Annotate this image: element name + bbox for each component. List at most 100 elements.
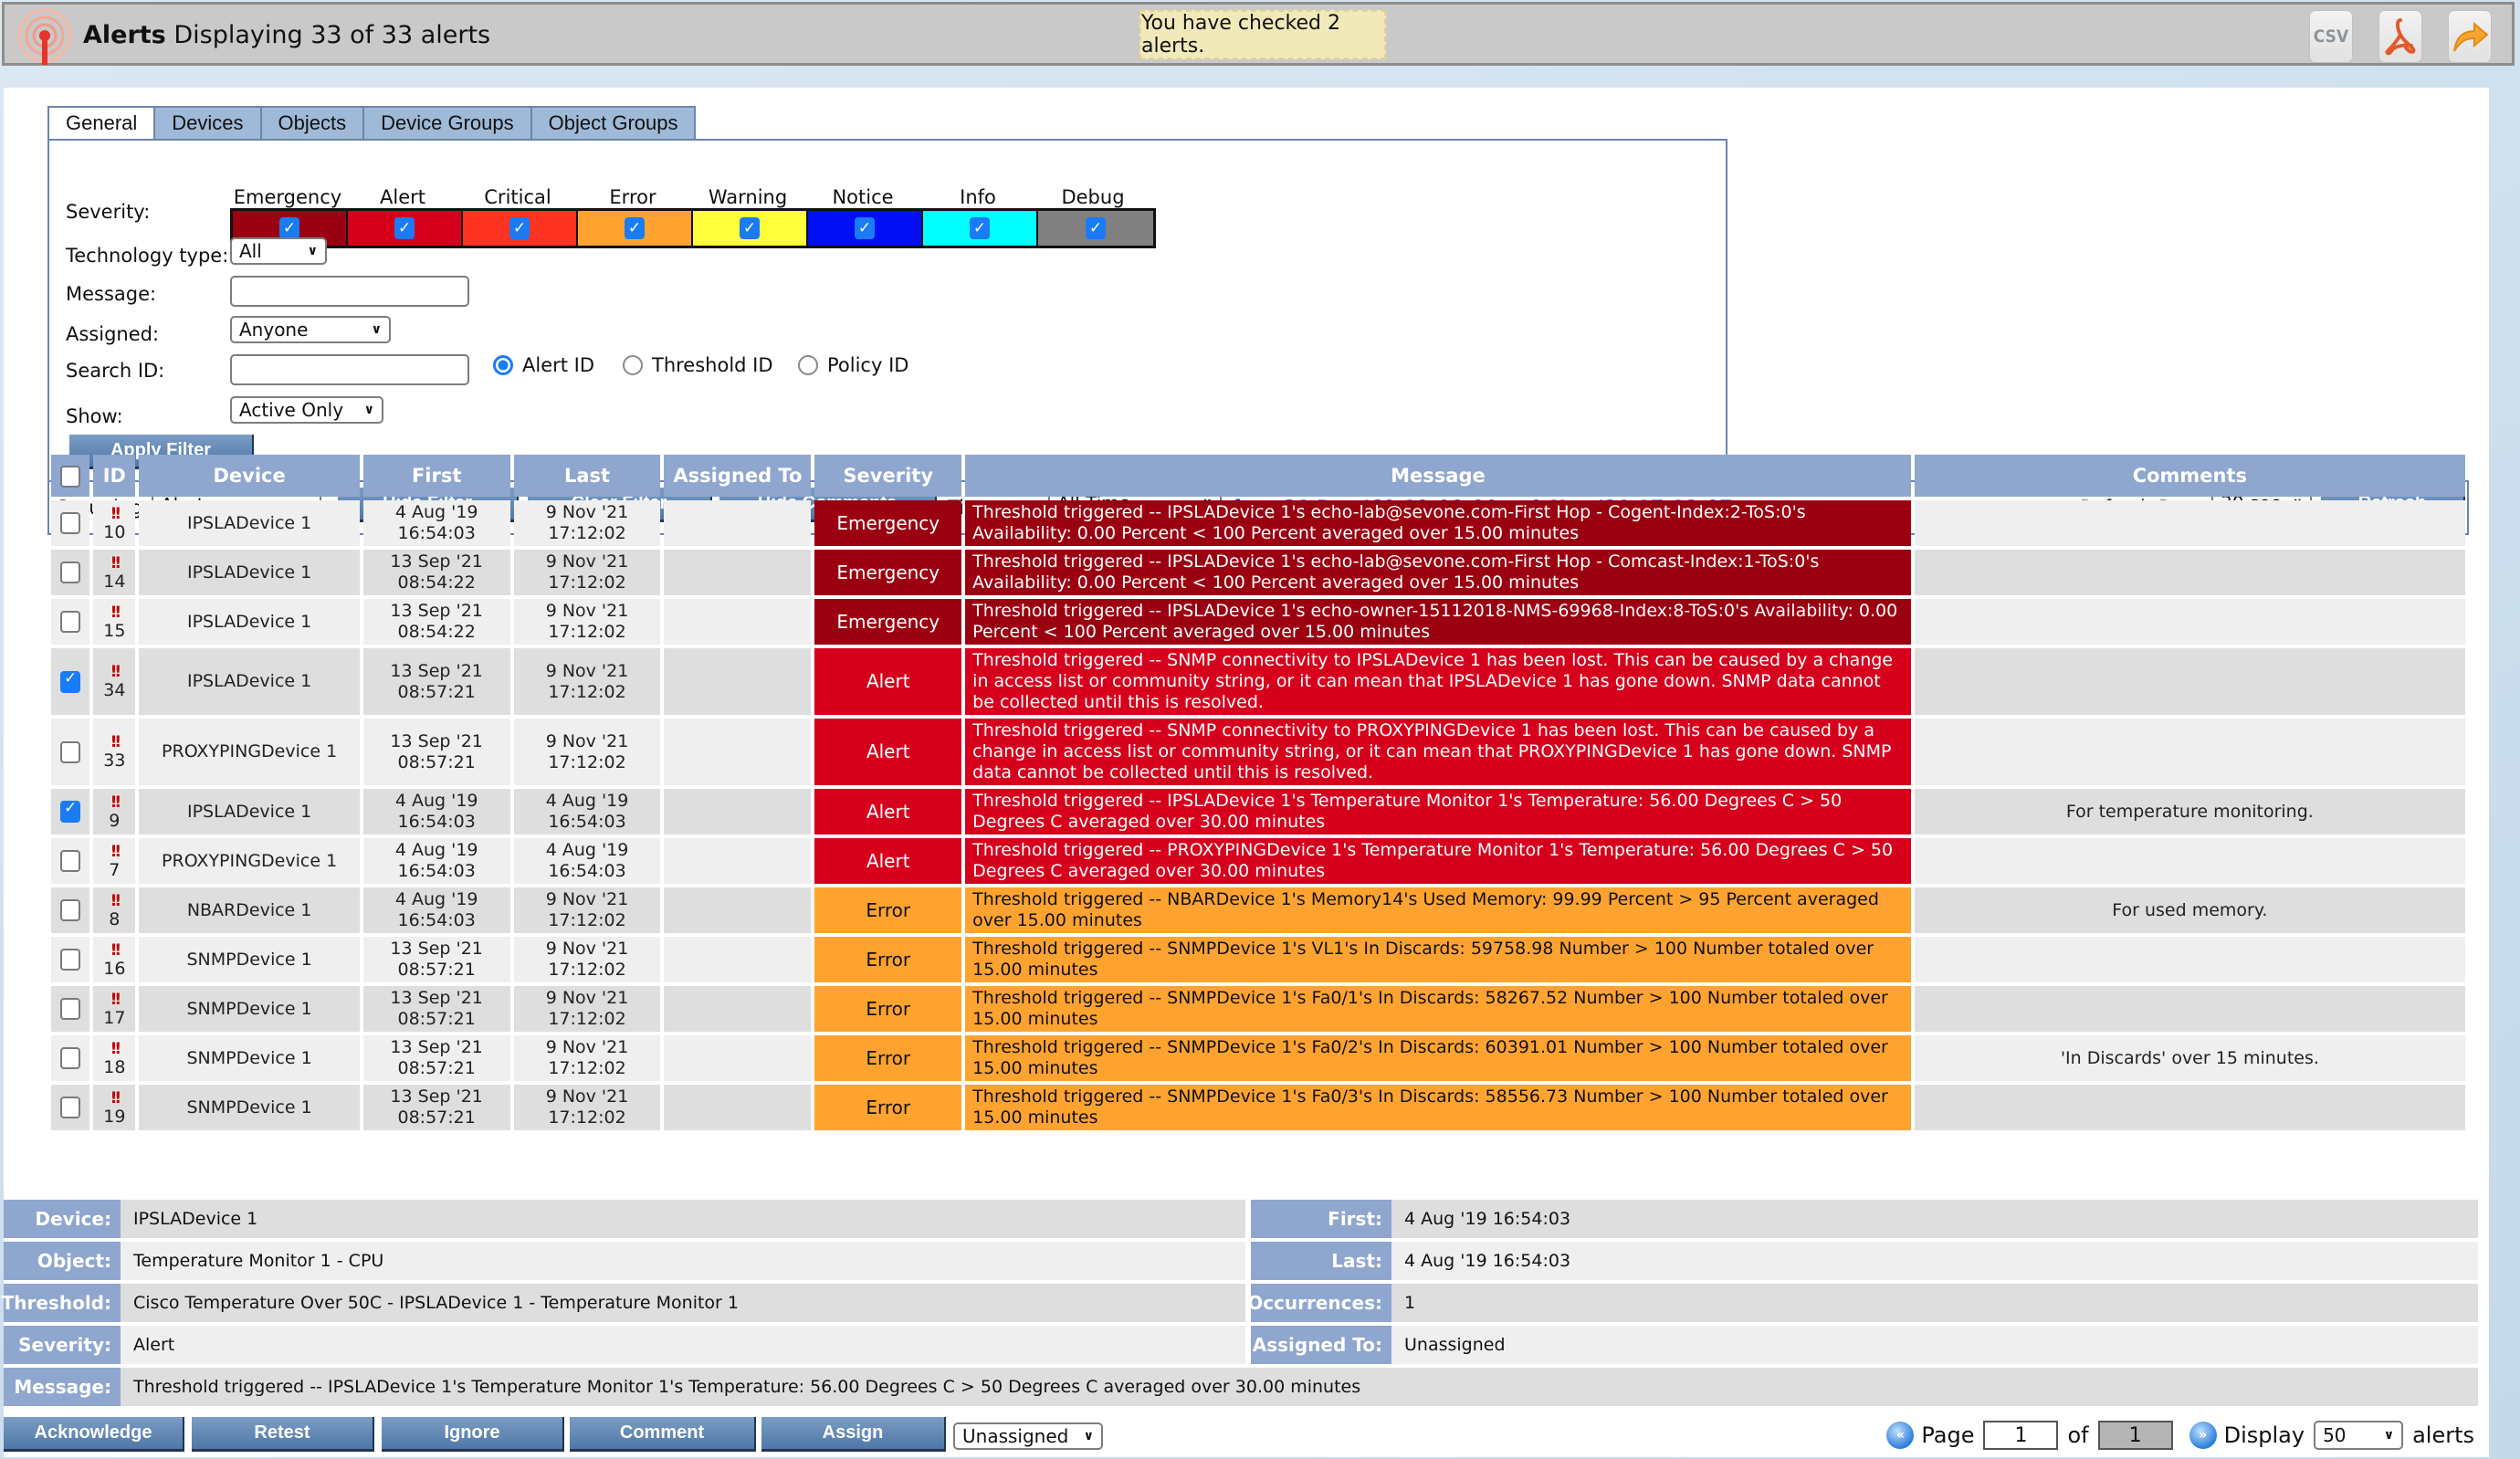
table-row[interactable]: !! 7 PROXYPINGDevice 14 Aug '19 16:54:03 4 A… xyxy=(51,838,2465,884)
page-input[interactable]: 1 xyxy=(1983,1421,2059,1450)
row-select-cell[interactable] xyxy=(51,1085,90,1130)
table-row[interactable]: !! 8 NBARDevice 14 Aug '19 16:54:03 9 Nov '2… xyxy=(51,887,2465,933)
row-select-cell[interactable]: ✓ xyxy=(51,789,90,834)
table-row[interactable]: !! 10 IPSLADevice 14 Aug '19 16:54:03 9 Nov … xyxy=(51,500,2465,546)
tab-object-groups[interactable]: Object Groups xyxy=(531,106,697,139)
severity-checkbox-debug[interactable]: ✓ xyxy=(1086,217,1106,239)
row-checkbox[interactable] xyxy=(60,998,81,1020)
alert-id: 9 xyxy=(109,810,121,831)
severity-checkbox-error[interactable]: ✓ xyxy=(625,217,645,239)
row-select-cell[interactable] xyxy=(51,599,90,645)
table-header-row: ID Device First Last Assigned To Severit… xyxy=(51,455,2465,497)
last-cell: 9 Nov '21 17:12:02 xyxy=(513,887,661,933)
tab-objects[interactable]: Objects xyxy=(261,106,365,139)
csv-export-button[interactable]: CSV xyxy=(2309,10,2353,63)
table-row[interactable]: ✓!! 9 IPSLADevice 14 Aug '19 16:54:03 4 Aug … xyxy=(51,789,2465,834)
ignore-button[interactable]: Ignore xyxy=(382,1417,564,1452)
severity-checkbox-critical[interactable]: ✓ xyxy=(509,217,530,239)
per-page-select[interactable]: 50 ∨ xyxy=(2314,1421,2404,1450)
table-row[interactable]: ✓!! 34 IPSLADevice 1 13 Sep '21 08:57:21 9 No… xyxy=(51,648,2465,715)
alert-id-cell: !! 7 xyxy=(93,838,136,884)
col-last[interactable]: Last xyxy=(513,455,661,497)
message-cell: Threshold triggered -- SNMP connectivity… xyxy=(965,719,1911,785)
row-checkbox[interactable] xyxy=(60,512,81,534)
technology-type-select[interactable]: All ∨ xyxy=(230,237,327,265)
previous-page-icon[interactable]: « xyxy=(1886,1422,1915,1449)
row-select-cell[interactable]: ✓ xyxy=(51,648,90,715)
share-export-button[interactable] xyxy=(2448,10,2492,63)
col-message[interactable]: Message xyxy=(965,455,1911,497)
col-first[interactable]: First xyxy=(362,455,510,497)
detail-first-value: 4 Aug '19 16:54:03 xyxy=(1391,1200,2478,1238)
col-severity[interactable]: Severity xyxy=(814,455,962,497)
row-checkbox[interactable] xyxy=(60,611,81,633)
table-row[interactable]: !! 33 PROXYPINGDevice 1 13 Sep '21 08:57:21 9… xyxy=(51,719,2465,785)
severity-checkbox-info[interactable]: ✓ xyxy=(970,217,990,239)
col-comments[interactable]: Comments xyxy=(1914,455,2465,497)
radio-threshold-id[interactable]: Threshold ID xyxy=(623,354,773,376)
col-assigned-to[interactable]: Assigned To xyxy=(664,455,812,497)
tab-general[interactable]: General xyxy=(47,106,156,139)
radio-alert-id[interactable]: Alert ID xyxy=(493,354,594,376)
severity-checkbox-emergency[interactable]: ✓ xyxy=(279,217,299,239)
first-date: 4 Aug '19 xyxy=(394,791,478,811)
retest-button[interactable]: Retest xyxy=(192,1417,374,1452)
row-select-cell[interactable] xyxy=(51,500,90,546)
alert-id: 18 xyxy=(103,1056,126,1077)
row-select-cell[interactable] xyxy=(51,937,90,982)
table-row[interactable]: !! 18 SNMPDevice 1 13 Sep '21 08:57:21 9 Nov … xyxy=(51,1035,2465,1081)
assigned-select[interactable]: Anyone ∨ xyxy=(230,316,391,343)
assign-button[interactable]: Assign xyxy=(761,1417,946,1452)
row-checkbox[interactable]: ✓ xyxy=(60,801,81,823)
detail-row-severity: Severity: Alert Assigned To: Unassigned xyxy=(4,1326,2485,1364)
row-checkbox[interactable] xyxy=(60,899,81,921)
table-row[interactable]: !! 14 IPSLADevice 1 13 Sep '21 08:54:22 9 Nov… xyxy=(51,550,2465,595)
comment-button[interactable]: Comment xyxy=(570,1417,756,1452)
severity-cell-critical: ✓ xyxy=(463,211,578,246)
message-input[interactable] xyxy=(230,276,469,307)
checked-alerts-notice: You have checked 2 alerts. xyxy=(1139,10,1386,59)
row-select-cell[interactable] xyxy=(51,887,90,933)
row-select-cell[interactable] xyxy=(51,719,90,785)
tab-devices[interactable]: Devices xyxy=(155,106,262,139)
acknowledge-button[interactable]: Acknowledge xyxy=(4,1417,184,1452)
assignee-select[interactable]: Unassigned ∨ xyxy=(953,1422,1103,1450)
row-checkbox[interactable] xyxy=(60,740,81,763)
col-device[interactable]: Device xyxy=(139,455,360,497)
row-select-cell[interactable] xyxy=(51,838,90,884)
row-checkbox[interactable] xyxy=(60,949,81,971)
table-row[interactable]: !! 17 SNMPDevice 1 13 Sep '21 08:57:21 9 Nov … xyxy=(51,986,2465,1032)
row-checkbox[interactable] xyxy=(60,1047,81,1069)
severity-name-alert: Alert xyxy=(380,186,425,208)
row-select-cell[interactable] xyxy=(51,986,90,1032)
radio-policy-id[interactable]: Policy ID xyxy=(798,354,908,376)
row-checkbox[interactable] xyxy=(60,562,81,583)
pdf-export-button[interactable] xyxy=(2378,10,2422,63)
detail-object-value: Temperature Monitor 1 - CPU xyxy=(121,1242,1245,1280)
select-all-checkbox[interactable] xyxy=(60,465,81,488)
col-id[interactable]: ID xyxy=(93,455,136,497)
last-cell: 9 Nov '21 17:12:02 xyxy=(513,1035,661,1081)
tab-device-groups[interactable]: Device Groups xyxy=(364,106,532,139)
row-select-cell[interactable] xyxy=(51,1035,90,1081)
row-checkbox[interactable] xyxy=(60,1097,81,1118)
severity-checkbox-warning[interactable]: ✓ xyxy=(740,217,760,239)
comments-cell xyxy=(1914,550,2465,595)
chevron-down-icon: ∨ xyxy=(371,322,382,337)
first-date: 13 Sep '21 xyxy=(390,1037,483,1057)
table-row[interactable]: !! 15 IPSLADevice 1 13 Sep '21 08:54:22 9 Nov… xyxy=(51,599,2465,645)
row-select-cell[interactable] xyxy=(51,550,90,595)
row-checkbox[interactable] xyxy=(60,850,81,872)
severity-checkbox-notice[interactable]: ✓ xyxy=(855,217,875,239)
row-checkbox[interactable]: ✓ xyxy=(60,670,81,693)
assigned-to-cell xyxy=(664,648,812,715)
next-page-icon[interactable]: » xyxy=(2189,1422,2217,1449)
table-row[interactable]: !! 16 SNMPDevice 1 13 Sep '21 08:57:21 9 Nov … xyxy=(51,937,2465,982)
severity-checkbox-alert[interactable]: ✓ xyxy=(394,217,415,239)
detail-assigned-value: Unassigned xyxy=(1391,1326,2478,1364)
table-row[interactable]: !! 19 SNMPDevice 1 13 Sep '21 08:57:21 9 Nov … xyxy=(51,1085,2465,1130)
show-select[interactable]: Active Only ∨ xyxy=(230,396,383,424)
search-id-input[interactable] xyxy=(230,354,469,385)
select-all-header[interactable] xyxy=(51,455,90,497)
last-date: 9 Nov '21 xyxy=(545,601,629,621)
